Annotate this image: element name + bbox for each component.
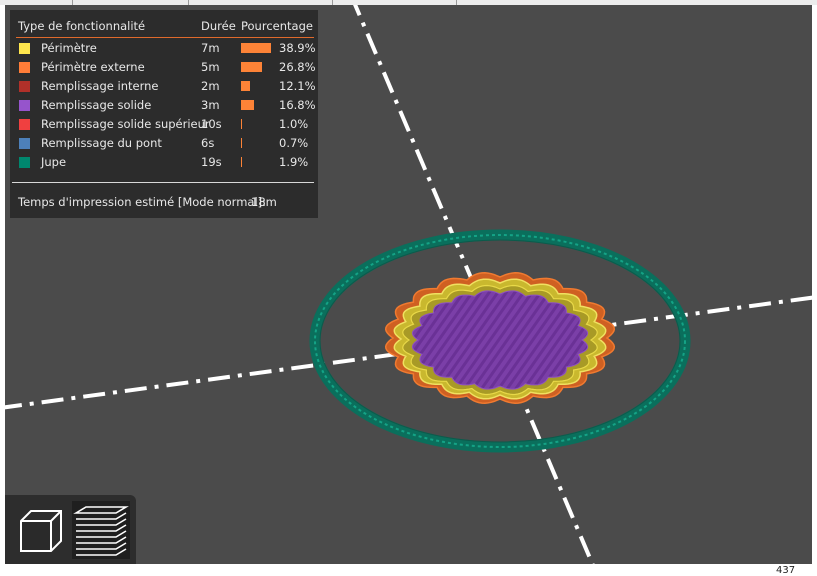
legend-feature-name: Remplissage du pont xyxy=(41,136,162,150)
legend-time: 19s xyxy=(201,155,222,169)
legend-percent-bar xyxy=(241,100,254,110)
legend-percent-bar xyxy=(241,138,242,148)
legend-percent: 38.9% xyxy=(279,41,316,55)
legend-row: Remplissage interne 2m 12.1% xyxy=(10,78,318,97)
view-mode-toolbar xyxy=(5,495,136,564)
legend-row: Jupe 19s 1.9% xyxy=(10,154,318,173)
legend-feature-name: Périmètre externe xyxy=(41,60,145,74)
legend-time: 2m xyxy=(201,79,220,93)
legend-percent: 0.7% xyxy=(279,136,309,150)
header-feature-type: Type de fonctionnalité xyxy=(18,19,146,33)
legend-time: 6s xyxy=(201,136,215,150)
layers-view-button[interactable] xyxy=(72,501,130,559)
legend-swatch xyxy=(19,119,30,130)
legend-percent: 16.8% xyxy=(279,98,316,112)
legend-row: Remplissage solide supérieur 10s 1.0% xyxy=(10,116,318,135)
legend-percent: 12.1% xyxy=(279,79,316,93)
legend-header: Type de fonctionnalité Durée Pourcentage xyxy=(10,19,318,35)
legend-time: 3m xyxy=(201,98,220,112)
legend-time: 10s xyxy=(201,117,222,131)
legend-time: 5m xyxy=(201,60,220,74)
3d-preview-viewport[interactable]: Type de fonctionnalité Durée Pourcentage… xyxy=(5,5,812,564)
3d-view-button[interactable] xyxy=(11,501,69,559)
legend-swatch xyxy=(19,43,30,54)
header-time: Durée xyxy=(201,19,236,33)
estimate-value: 18m xyxy=(251,195,277,209)
legend-row: Remplissage du pont 6s 0.7% xyxy=(10,135,318,154)
legend-feature-name: Jupe xyxy=(41,155,67,169)
legend-separator xyxy=(12,182,314,183)
legend-swatch xyxy=(19,100,30,111)
legend-percent-bar xyxy=(241,119,242,129)
header-percent: Pourcentage xyxy=(241,19,313,33)
print-time-estimate: Temps d'impression estimé [Mode normal]:… xyxy=(18,195,277,209)
header-underline xyxy=(16,37,314,38)
legend-feature-name: Remplissage interne xyxy=(41,79,159,93)
legend-feature-name: Périmètre xyxy=(41,41,97,55)
legend-panel: Type de fonctionnalité Durée Pourcentage… xyxy=(10,10,318,218)
legend-row: Périmètre 7m 38.9% xyxy=(10,40,318,59)
legend-percent-bar xyxy=(241,43,271,53)
estimate-label: Temps d'impression estimé [Mode normal]: xyxy=(18,195,266,209)
legend-percent-bar xyxy=(241,62,262,72)
legend-row: Périmètre externe 5m 26.8% xyxy=(10,59,318,78)
cube-icon xyxy=(20,510,62,552)
legend-swatch xyxy=(19,62,30,73)
legend-time: 7m xyxy=(201,41,220,55)
legend-swatch xyxy=(19,157,30,168)
legend-percent-bar xyxy=(241,157,242,167)
legend-percent: 26.8% xyxy=(279,60,316,74)
legend-swatch xyxy=(19,138,30,149)
legend-swatch xyxy=(19,81,30,92)
legend-feature-name: Remplissage solide supérieur xyxy=(41,117,210,131)
legend-row: Remplissage solide 3m 16.8% xyxy=(10,97,318,116)
layers-icon xyxy=(73,506,129,556)
legend-feature-name: Remplissage solide xyxy=(41,98,152,112)
legend-percent: 1.0% xyxy=(279,117,309,131)
solid-infill-shape xyxy=(411,290,589,390)
legend-percent: 1.9% xyxy=(279,155,309,169)
coordinate-readout: 437 xyxy=(776,565,796,576)
legend-percent-bar xyxy=(241,81,250,91)
